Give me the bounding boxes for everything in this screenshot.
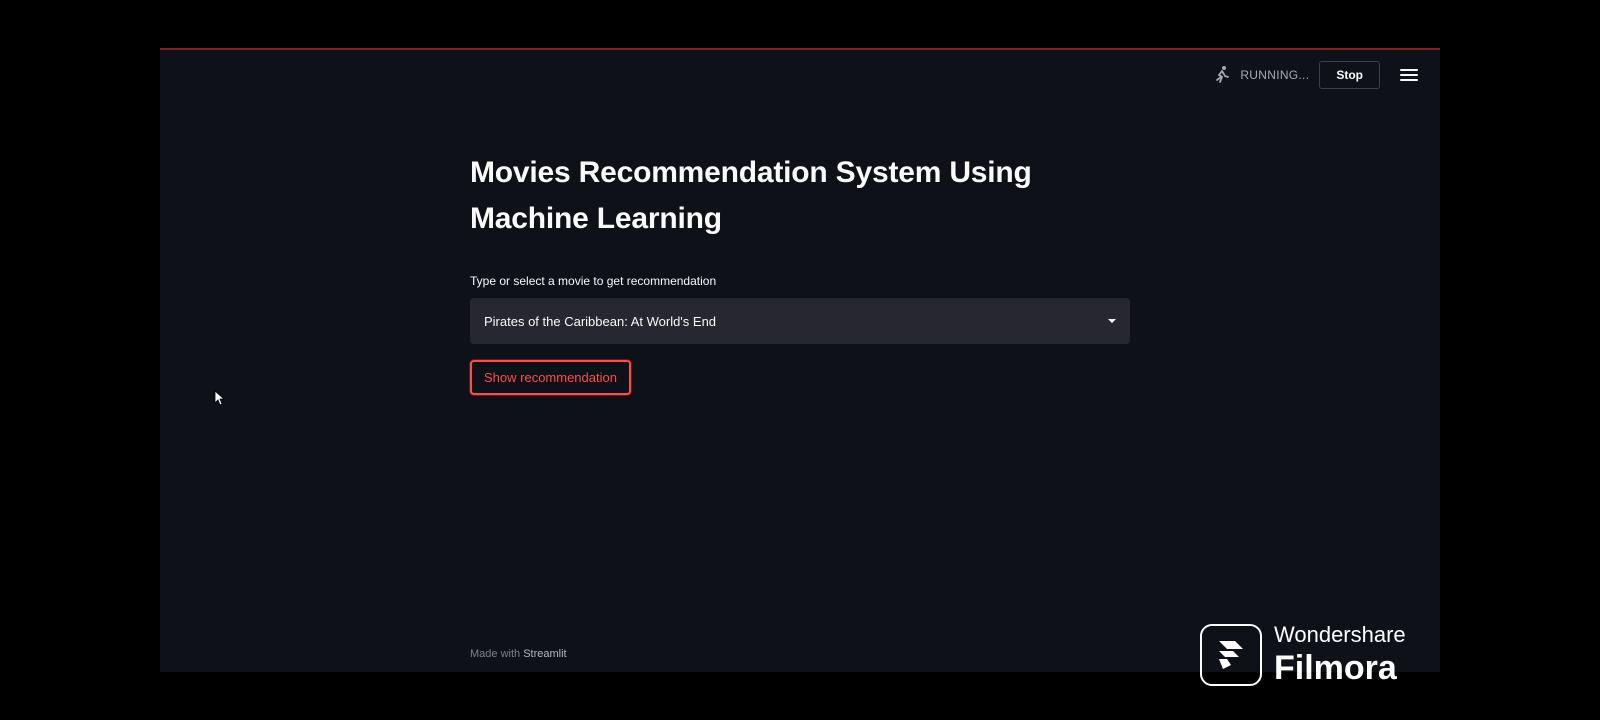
- chevron-down-icon[interactable]: [1108, 319, 1116, 323]
- watermark-product: Filmora: [1274, 649, 1397, 687]
- footer-made-with: Made with: [470, 648, 521, 660]
- show-recommendation-button[interactable]: Show recommendation: [470, 360, 631, 395]
- running-person-icon: [1212, 65, 1232, 85]
- movie-select[interactable]: Pirates of the Caribbean: At World's End: [470, 298, 1130, 344]
- running-status: RUNNING...: [1240, 68, 1310, 82]
- footer: Made with Streamlit: [470, 648, 567, 660]
- watermark-company: Wondershare: [1274, 622, 1406, 647]
- mouse-cursor-icon: [214, 390, 226, 406]
- app-window: RUNNING... Stop Movies Recommendation Sy…: [160, 48, 1440, 672]
- filmora-watermark: Wondershare Filmora: [1200, 622, 1406, 688]
- page-title: Movies Recommendation System Using Machi…: [470, 156, 1032, 235]
- watermark-text: Wondershare Filmora: [1274, 622, 1406, 688]
- streamlit-link[interactable]: Streamlit: [523, 648, 566, 660]
- main-content: Movies Recommendation System Using Machi…: [470, 150, 1130, 395]
- stop-button[interactable]: Stop: [1319, 61, 1380, 89]
- movie-select-value: Pirates of the Caribbean: At World's End: [484, 313, 717, 329]
- filmora-logo-icon: [1200, 624, 1262, 686]
- hamburger-menu-icon[interactable]: [1400, 66, 1418, 84]
- movie-select-label: Type or select a movie to get recommenda…: [470, 274, 717, 288]
- top-toolbar: RUNNING... Stop: [1212, 60, 1418, 90]
